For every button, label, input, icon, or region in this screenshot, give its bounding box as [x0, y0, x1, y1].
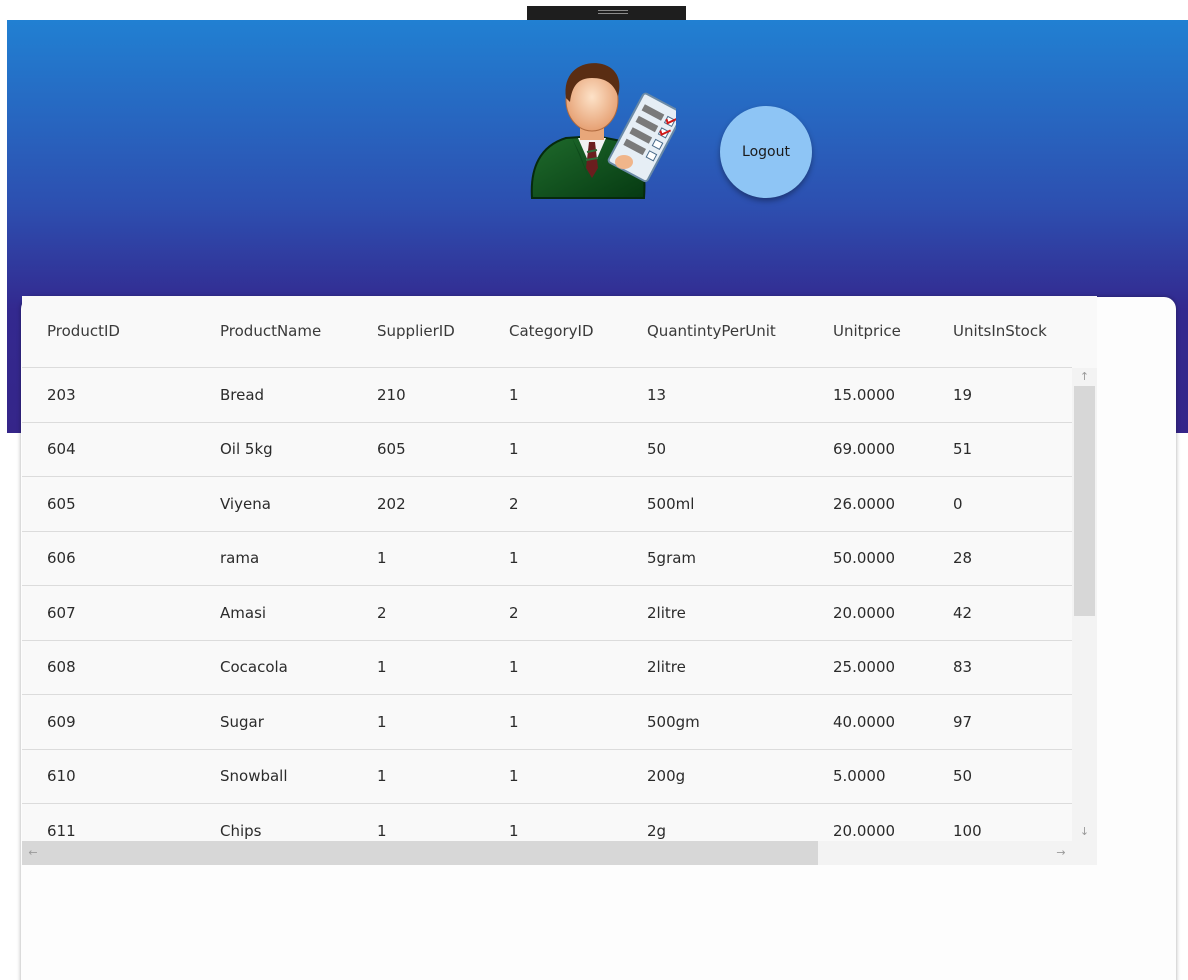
cell-productname: Snowball — [220, 767, 288, 785]
cell-quantityperunit: 200g — [647, 767, 686, 785]
cell-productid: 608 — [47, 658, 76, 676]
cell-unitsinstock: 50 — [953, 767, 973, 785]
cell-unitprice: 20.0000 — [833, 822, 896, 840]
cell-quantityperunit: 2litre — [647, 658, 686, 676]
arrow-left-icon[interactable]: ← — [24, 841, 42, 865]
cell-quantityperunit: 50 — [647, 440, 667, 458]
cell-unitsinstock: 19 — [953, 386, 973, 404]
cell-supplierid: 1 — [377, 549, 387, 567]
cell-productid: 607 — [47, 604, 76, 622]
window-drag-handle[interactable] — [527, 6, 686, 20]
arrow-down-icon[interactable]: ↓ — [1072, 823, 1097, 841]
cell-unitprice: 5.0000 — [833, 767, 886, 785]
app-window: Logout ProductID ProductName SupplierID … — [0, 0, 1188, 980]
column-header-categoryid[interactable]: CategoryID — [509, 296, 594, 367]
cell-supplierid: 605 — [377, 440, 406, 458]
cell-quantityperunit: 500gm — [647, 713, 700, 731]
cell-quantityperunit: 2litre — [647, 604, 686, 622]
cell-categoryid: 2 — [509, 604, 519, 622]
grip-lines-icon — [598, 10, 628, 14]
cell-productname: Bread — [220, 386, 265, 404]
cell-quantityperunit: 13 — [647, 386, 667, 404]
cell-quantityperunit: 2g — [647, 822, 667, 840]
cell-unitsinstock: 100 — [953, 822, 982, 840]
vertical-scroll-thumb[interactable] — [1074, 386, 1095, 616]
grid-header-row: ProductID ProductName SupplierID Categor… — [22, 296, 1072, 368]
cell-supplierid: 202 — [377, 495, 406, 513]
column-header-productname[interactable]: ProductName — [220, 296, 321, 367]
cell-productname: rama — [220, 549, 260, 567]
table-row[interactable]: 608 Cocacola 1 1 2litre 25.0000 83 — [22, 640, 1072, 695]
cell-supplierid: 1 — [377, 767, 387, 785]
table-row[interactable]: 609 Sugar 1 1 500gm 40.0000 97 — [22, 695, 1072, 750]
arrow-right-icon[interactable]: → — [1052, 841, 1070, 865]
cell-categoryid: 1 — [509, 658, 519, 676]
logout-button[interactable]: Logout — [720, 106, 812, 198]
cell-productname: Viyena — [220, 495, 271, 513]
cell-unitprice: 26.0000 — [833, 495, 896, 513]
cell-categoryid: 1 — [509, 713, 519, 731]
cell-productid: 610 — [47, 767, 76, 785]
cell-supplierid: 1 — [377, 658, 387, 676]
cell-supplierid: 1 — [377, 822, 387, 840]
cell-unitsinstock: 51 — [953, 440, 973, 458]
cell-supplierid: 210 — [377, 386, 406, 404]
cell-productid: 606 — [47, 549, 76, 567]
cell-categoryid: 1 — [509, 767, 519, 785]
grid-rows: 203 Bread 210 1 13 15.0000 19 604 Oil 5k… — [22, 368, 1072, 841]
cell-categoryid: 1 — [509, 386, 519, 404]
cell-unitprice: 50.0000 — [833, 549, 896, 567]
cell-unitsinstock: 28 — [953, 549, 973, 567]
cell-productname: Chips — [220, 822, 262, 840]
table-row[interactable]: 203 Bread 210 1 13 15.0000 19 — [22, 368, 1072, 423]
cell-unitprice: 15.0000 — [833, 386, 896, 404]
cell-unitprice: 40.0000 — [833, 713, 896, 731]
cell-supplierid: 2 — [377, 604, 387, 622]
cell-categoryid: 1 — [509, 440, 519, 458]
cell-unitsinstock: 83 — [953, 658, 973, 676]
column-header-quantityperunit[interactable]: QuantintyPerUnit — [647, 296, 776, 367]
cell-productid: 203 — [47, 386, 76, 404]
cell-unitsinstock: 97 — [953, 713, 973, 731]
products-grid: ProductID ProductName SupplierID Categor… — [22, 296, 1097, 865]
cell-productid: 609 — [47, 713, 76, 731]
businessman-with-checklist-icon — [530, 63, 676, 199]
column-header-unitprice[interactable]: Unitprice — [833, 296, 901, 367]
cell-unitsinstock: 0 — [953, 495, 963, 513]
horizontal-scrollbar[interactable]: ← → — [22, 841, 1072, 865]
cell-categoryid: 1 — [509, 822, 519, 840]
cell-categoryid: 1 — [509, 549, 519, 567]
arrow-up-icon[interactable]: ↑ — [1072, 368, 1097, 386]
table-row[interactable]: 611 Chips 1 1 2g 20.0000 100 — [22, 804, 1072, 841]
table-row[interactable]: 607 Amasi 2 2 2litre 20.0000 42 — [22, 586, 1072, 641]
table-row[interactable]: 610 Snowball 1 1 200g 5.0000 50 — [22, 749, 1072, 804]
table-row[interactable]: 605 Viyena 202 2 500ml 26.0000 0 — [22, 477, 1072, 532]
cell-supplierid: 1 — [377, 713, 387, 731]
cell-unitsinstock: 42 — [953, 604, 973, 622]
table-row[interactable]: 606 rama 1 1 5gram 50.0000 28 — [22, 531, 1072, 586]
cell-quantityperunit: 500ml — [647, 495, 695, 513]
cell-productname: Amasi — [220, 604, 267, 622]
column-header-unitsinstock[interactable]: UnitsInStock — [953, 296, 1047, 367]
cell-productname: Sugar — [220, 713, 264, 731]
cell-quantityperunit: 5gram — [647, 549, 697, 567]
cell-categoryid: 2 — [509, 495, 519, 513]
horizontal-scroll-thumb[interactable] — [22, 841, 818, 865]
cell-unitprice: 25.0000 — [833, 658, 896, 676]
vertical-scrollbar[interactable]: ↑ ↓ — [1072, 368, 1097, 841]
cell-unitprice: 20.0000 — [833, 604, 896, 622]
column-header-supplierid[interactable]: SupplierID — [377, 296, 455, 367]
cell-unitprice: 69.0000 — [833, 440, 896, 458]
scrollbar-corner — [1072, 841, 1097, 865]
cell-productid: 604 — [47, 440, 76, 458]
table-row[interactable]: 604 Oil 5kg 605 1 50 69.0000 51 — [22, 422, 1072, 477]
cell-productname: Oil 5kg — [220, 440, 273, 458]
cell-productname: Cocacola — [220, 658, 288, 676]
cell-productid: 605 — [47, 495, 76, 513]
column-header-productid[interactable]: ProductID — [47, 296, 120, 367]
cell-productid: 611 — [47, 822, 76, 840]
